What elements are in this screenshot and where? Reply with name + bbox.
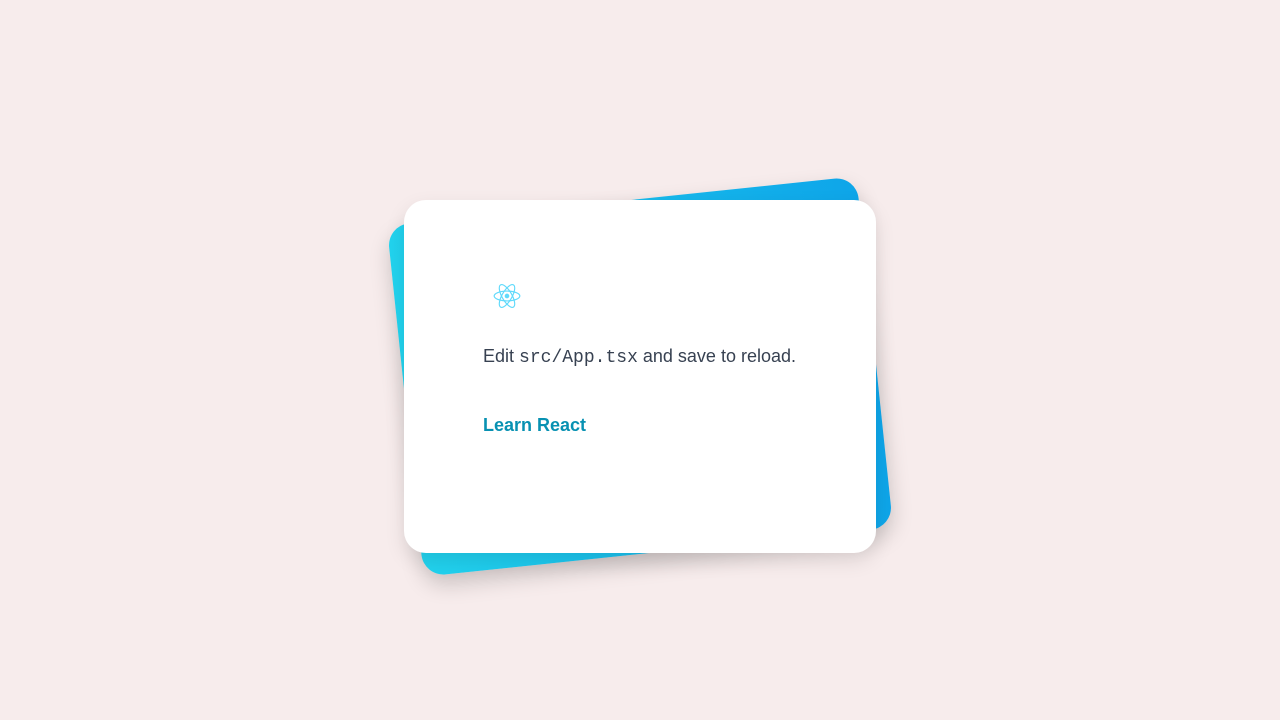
main-card: Edit src/App.tsx and save to reload. Lea… (404, 200, 876, 553)
learn-react-link[interactable]: Learn React (483, 415, 586, 436)
edit-instruction: Edit src/App.tsx and save to reload. (483, 346, 796, 368)
edit-suffix: and save to reload. (642, 346, 796, 366)
react-logo-icon (493, 282, 521, 310)
edit-prefix: Edit (483, 346, 515, 366)
file-path-code: src/App.tsx (519, 348, 638, 368)
app-stage: Edit src/App.tsx and save to reload. Lea… (0, 0, 1280, 720)
